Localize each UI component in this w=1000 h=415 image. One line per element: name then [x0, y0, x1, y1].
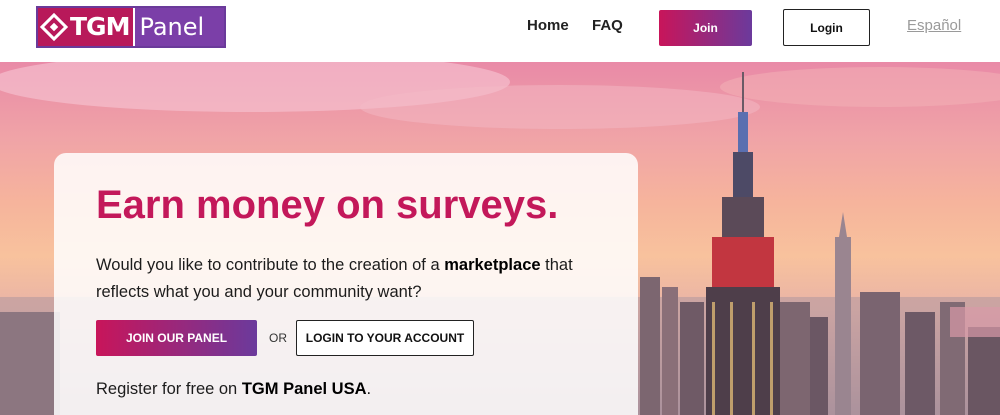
- join-button[interactable]: Join: [659, 10, 752, 46]
- hero-headline: Earn money on surveys.: [96, 183, 559, 227]
- logo-text-tgm: TGM: [70, 12, 130, 41]
- nav-home-link[interactable]: Home: [527, 17, 569, 34]
- diamond-icon: [39, 12, 69, 42]
- intro-text-part1: Would you like to contribute to the crea…: [96, 256, 445, 274]
- login-to-account-button[interactable]: LOGIN TO YOUR ACCOUNT: [296, 320, 474, 356]
- register-text: Register for free on TGM Panel USA.: [96, 380, 371, 399]
- language-switch-link[interactable]: Español: [907, 17, 961, 34]
- logo-text-panel: Panel: [139, 13, 205, 41]
- join-our-panel-button[interactable]: JOIN OUR PANEL: [96, 320, 257, 356]
- or-separator: OR: [269, 331, 287, 345]
- register-suffix: .: [366, 380, 372, 398]
- register-prefix: Register for free on: [96, 380, 242, 398]
- tgm-panel-logo[interactable]: TGM Panel: [36, 6, 226, 48]
- register-brand: TGM Panel USA: [241, 380, 367, 398]
- hero-intro-text: Would you like to contribute to the crea…: [96, 252, 596, 306]
- logo-mark: TGM: [38, 8, 136, 46]
- login-button[interactable]: Login: [783, 9, 870, 46]
- intro-text-bold: marketplace: [444, 256, 541, 274]
- nav-faq-link[interactable]: FAQ: [592, 17, 623, 34]
- site-header: TGM Panel Home FAQ Join Login Español: [0, 0, 1000, 62]
